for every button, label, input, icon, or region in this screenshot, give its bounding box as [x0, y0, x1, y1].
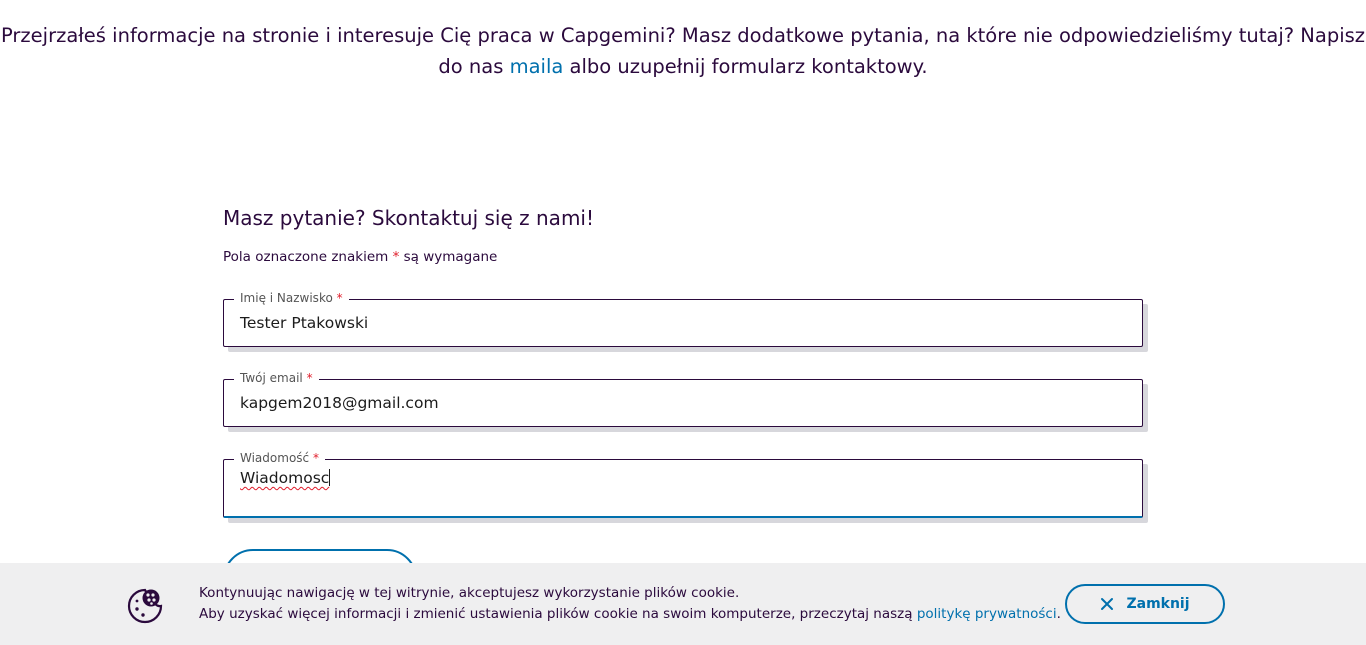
cookie-line-2: Aby uzyskać więcej informacji i zmienić …	[199, 606, 1061, 622]
message-field-value[interactable]: Wiadomosc	[240, 469, 331, 487]
mail-link[interactable]: maila	[510, 55, 564, 78]
cookie-icon	[127, 588, 163, 624]
required-note-after: są wymagane	[399, 249, 498, 265]
name-field[interactable]: Imię i Nazwisko * Tester Ptakowski	[223, 289, 1143, 347]
name-field-label: Imię i Nazwisko *	[234, 289, 349, 307]
cookie-message: Kontynuując nawigację w tej witrynie, ak…	[199, 583, 1061, 625]
text-caret	[329, 469, 331, 486]
intro-text: Przejrzałeś informacje na stronie i inte…	[0, 20, 1366, 82]
cookie-line-1: Kontynuując nawigację w tej witrynie, ak…	[199, 585, 740, 601]
email-field-label: Twój email *	[234, 369, 319, 387]
message-field[interactable]: Wiadomość * Wiadomosc	[223, 449, 1143, 518]
privacy-policy-link[interactable]: politykę prywatności	[917, 606, 1057, 622]
required-note-before: Pola oznaczone znakiem	[223, 249, 393, 265]
name-field-value[interactable]: Tester Ptakowski	[240, 314, 368, 332]
email-field[interactable]: Twój email * kapgem2018@gmail.com	[223, 369, 1143, 427]
intro-text-after: albo uzupełnij formularz kontaktowy.	[563, 55, 928, 78]
cookie-banner: Kontynuując nawigację w tej witrynie, ak…	[0, 563, 1366, 645]
required-note: Pola oznaczone znakiem * są wymagane	[223, 249, 497, 265]
form-title: Masz pytanie? Skontaktuj się z nami!	[223, 206, 594, 230]
close-button-label: Zamknij	[1126, 596, 1190, 612]
message-field-label: Wiadomość *	[234, 449, 325, 467]
close-icon	[1101, 598, 1114, 610]
close-cookie-button[interactable]: Zamknij	[1065, 584, 1225, 624]
email-field-value[interactable]: kapgem2018@gmail.com	[240, 394, 439, 412]
